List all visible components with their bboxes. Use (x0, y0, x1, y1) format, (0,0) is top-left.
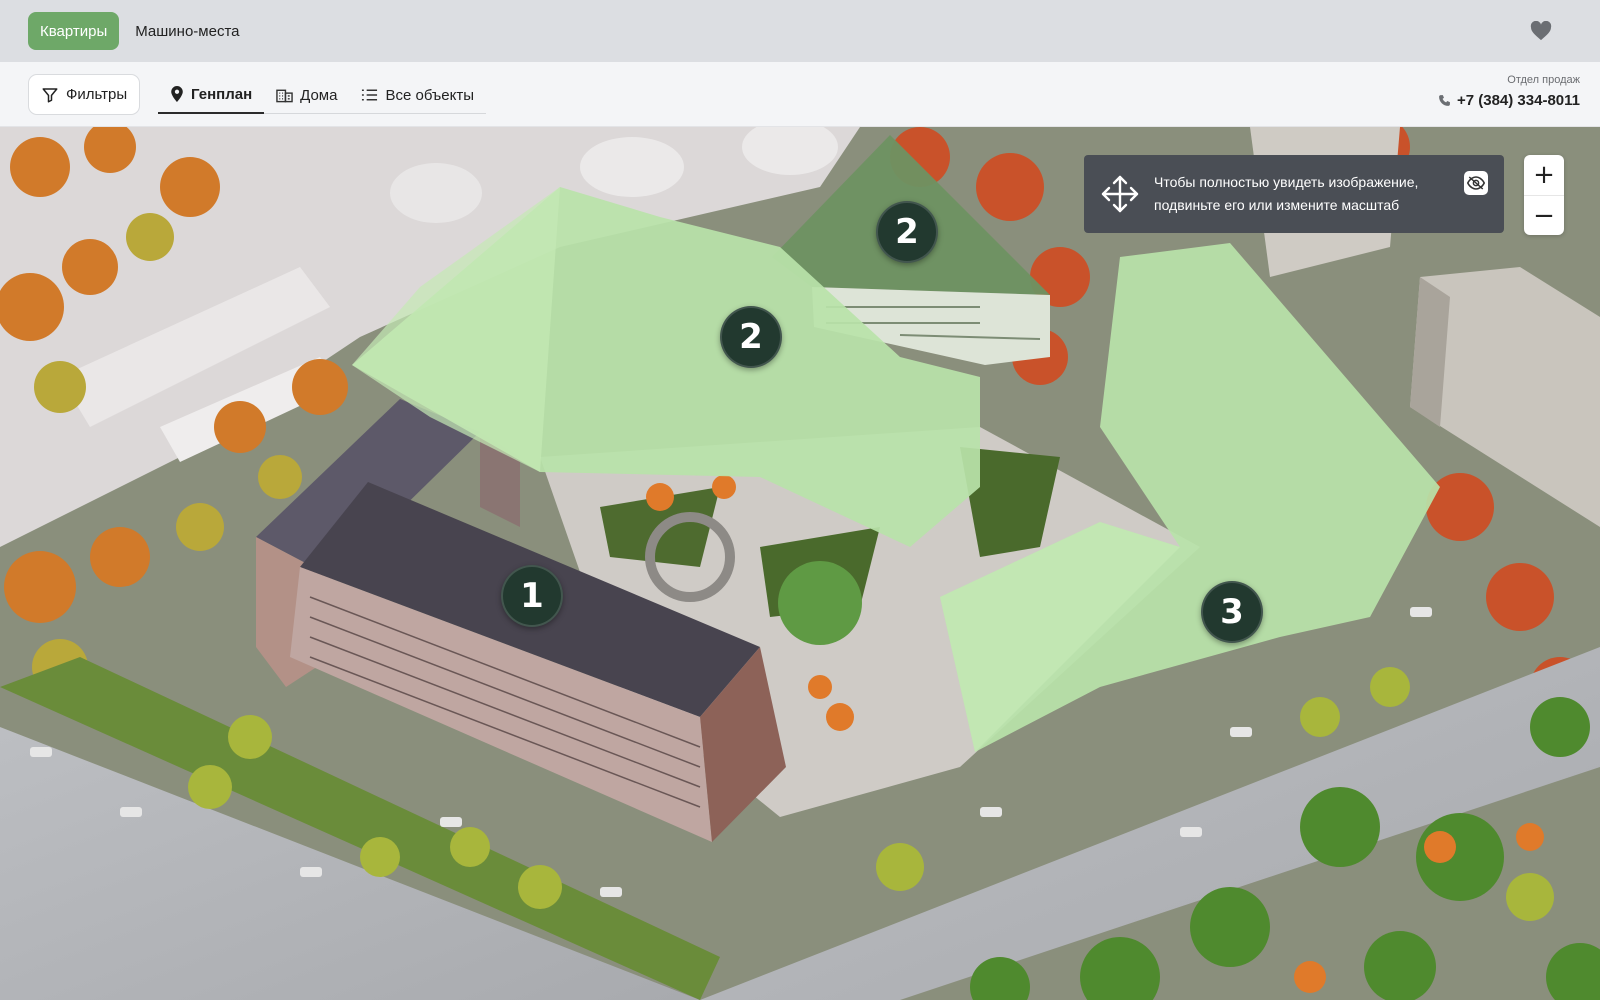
view-toolbar: Фильтры Генплан Дома Все объекты Отдел п… (0, 62, 1600, 127)
tab-apartments[interactable]: Квартиры (28, 12, 120, 50)
tab-master-plan-label: Генплан (191, 85, 253, 103)
top-bar: Квартиры Машино-места (0, 0, 1600, 62)
tab-parking[interactable]: Машино-места (123, 12, 251, 50)
master-plan-map[interactable]: 2 2 1 3 Чтобы полностью увидеть изображе… (0, 127, 1600, 1000)
filter-icon (42, 87, 58, 102)
zoom-out-button[interactable]: − (1524, 195, 1564, 235)
filters-label: Фильтры (66, 86, 128, 103)
filters-button[interactable]: Фильтры (28, 74, 141, 115)
heart-icon[interactable] (1530, 21, 1552, 41)
list-icon (361, 88, 378, 102)
tab-all-objects-label: Все объекты (385, 86, 475, 104)
building-marker-1[interactable]: 1 (501, 565, 563, 627)
tab-master-plan[interactable]: Генплан (158, 76, 265, 114)
phone-icon (1439, 95, 1450, 106)
tab-all-objects[interactable]: Все объекты (349, 76, 486, 114)
sales-phone-link[interactable]: +7 (384) 334-8011 (1438, 92, 1580, 109)
sales-phone-number: +7 (384) 334-8011 (1456, 92, 1580, 109)
building-marker-2-tower[interactable]: 2 (876, 201, 938, 263)
sales-label: Отдел продаж (1507, 74, 1580, 86)
zoom-in-button[interactable]: + (1524, 155, 1564, 195)
tab-houses-label: Дома (300, 86, 338, 104)
hint-text: Чтобы полностью увидеть изображение, под… (1154, 174, 1419, 213)
tab-houses[interactable]: Дома (264, 76, 349, 114)
building-icon (276, 87, 293, 103)
pin-icon (170, 86, 184, 102)
aerial-render (0, 127, 1600, 1000)
view-tabs: Генплан Дома Все объекты (158, 76, 487, 114)
pan-zoom-hint: Чтобы полностью увидеть изображение, под… (1084, 155, 1504, 233)
building-marker-3[interactable]: 3 (1201, 581, 1263, 643)
sales-contact: Отдел продаж +7 (384) 334-8011 (1438, 74, 1580, 109)
building-marker-2-main[interactable]: 2 (720, 306, 782, 368)
zoom-controls: + − (1524, 155, 1564, 235)
move-arrows-icon (1101, 175, 1139, 213)
hide-hint-button[interactable] (1464, 171, 1488, 195)
eye-off-icon (1467, 176, 1485, 190)
